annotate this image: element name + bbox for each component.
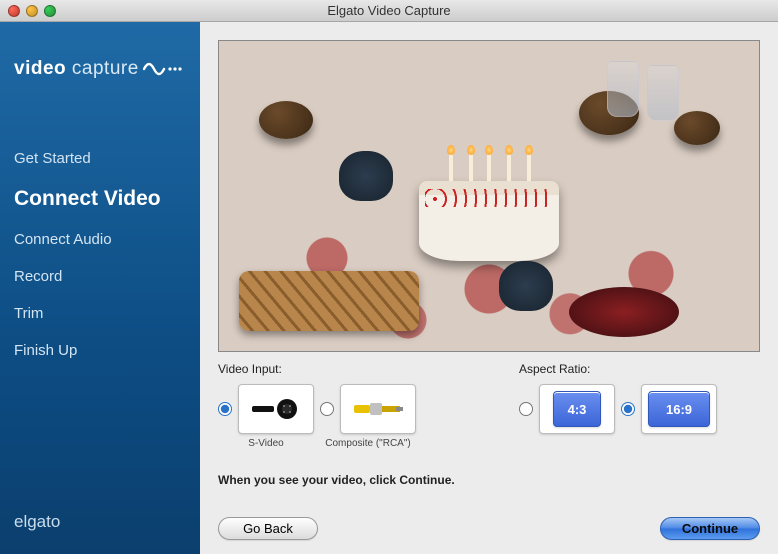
aspect-ratio-radio-16-9[interactable] xyxy=(621,402,635,416)
video-input-option-svideo[interactable]: S-Video xyxy=(218,384,314,449)
aspect-ratio-group: Aspect Ratio: 4:3 xyxy=(519,362,760,449)
video-input-option-rca-label: Composite ("RCA") xyxy=(325,438,410,449)
window-title: Elgato Video Capture xyxy=(0,3,778,18)
rca-connector-icon xyxy=(340,384,416,434)
footer-buttons: Go Back Continue xyxy=(218,503,760,540)
step-record[interactable]: Record xyxy=(14,268,186,285)
video-input-radio-rca[interactable] xyxy=(320,402,334,416)
app-logo: video capture xyxy=(0,22,200,90)
brand-name: elgato xyxy=(0,512,200,554)
minimize-window-button[interactable] xyxy=(26,5,38,17)
svideo-connector-icon xyxy=(238,384,314,434)
video-input-option-svideo-label: S-Video xyxy=(248,438,283,449)
video-input-label: Video Input: xyxy=(218,362,459,376)
video-input-option-rca[interactable]: Composite ("RCA") xyxy=(320,384,416,449)
wizard-steps: Get Started Connect Video Connect Audio … xyxy=(0,150,200,379)
video-input-radio-svideo[interactable] xyxy=(218,402,232,416)
aspect-16-9-swatch: 16:9 xyxy=(648,391,710,427)
window-controls xyxy=(8,5,56,17)
waveform-icon xyxy=(143,58,185,80)
continue-button[interactable]: Continue xyxy=(660,517,760,540)
video-preview xyxy=(218,40,760,352)
content-pane: Video Input: xyxy=(200,22,778,554)
aspect-ratio-option-16-9[interactable]: 16:9 xyxy=(621,384,717,434)
aspect-ratio-label: Aspect Ratio: xyxy=(519,362,760,376)
step-trim[interactable]: Trim xyxy=(14,305,186,322)
step-get-started[interactable]: Get Started xyxy=(14,150,186,167)
step-connect-audio[interactable]: Connect Audio xyxy=(14,231,186,248)
aspect-4-3-swatch: 4:3 xyxy=(553,391,601,427)
instruction-text: When you see your video, click Continue. xyxy=(218,473,760,487)
titlebar: Elgato Video Capture xyxy=(0,0,778,22)
close-window-button[interactable] xyxy=(8,5,20,17)
step-finish-up[interactable]: Finish Up xyxy=(14,342,186,359)
logo-word-2: capture xyxy=(72,58,139,79)
step-connect-video[interactable]: Connect Video xyxy=(14,187,186,211)
zoom-window-button[interactable] xyxy=(44,5,56,17)
aspect-ratio-option-4-3[interactable]: 4:3 xyxy=(519,384,615,434)
logo-word-1: video xyxy=(14,58,66,79)
aspect-ratio-radio-4-3[interactable] xyxy=(519,402,533,416)
sidebar: video capture Get Started Connect Video … xyxy=(0,22,200,554)
video-input-group: Video Input: xyxy=(218,362,459,449)
go-back-button[interactable]: Go Back xyxy=(218,517,318,540)
